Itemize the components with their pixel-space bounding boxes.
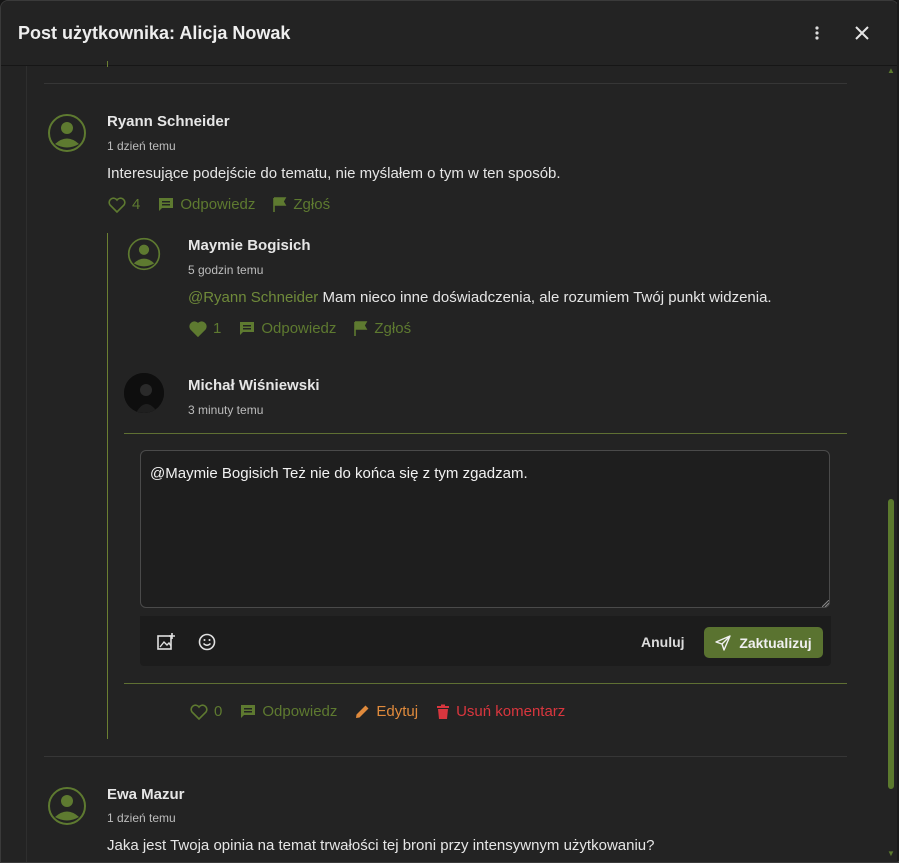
- scrollbar-thumb[interactable]: [888, 499, 894, 789]
- add-image-button[interactable]: [156, 632, 176, 652]
- like-button[interactable]: 4: [108, 196, 140, 213]
- comment-icon: [159, 197, 174, 211]
- send-icon: [715, 634, 732, 651]
- modal-title: Post użytkownika: Alicja Nowak: [18, 23, 291, 43]
- report-button[interactable]: Zgłoś: [354, 320, 411, 337]
- comment-time: 5 godzin temu: [188, 263, 264, 277]
- user-photo-icon: [124, 373, 164, 413]
- scrollbar[interactable]: ▲ ▼: [887, 67, 895, 858]
- comment-actions: 0 Odpowiedz Edytuj Usuń komentarz: [190, 703, 583, 720]
- comment-author[interactable]: Ewa Mazur: [107, 786, 185, 803]
- comment-icon: [241, 704, 256, 718]
- trash-icon: [437, 704, 450, 719]
- flag-icon: [273, 196, 287, 212]
- like-count: 1: [213, 320, 222, 337]
- like-button[interactable]: 1: [189, 320, 221, 337]
- reply-label: Odpowiedz: [262, 703, 338, 720]
- comment-divider: [44, 756, 847, 757]
- comment-actions: 1 Odpowiedz Zgłoś: [189, 320, 429, 337]
- comment-text: @Ryann Schneider Mam nieco inne doświadc…: [188, 289, 772, 306]
- user-avatar-icon: [48, 114, 86, 152]
- flag-icon: [354, 320, 368, 336]
- user-avatar-icon: [127, 237, 161, 271]
- like-count: 0: [214, 703, 223, 720]
- scroll-up-icon[interactable]: ▲: [887, 67, 895, 75]
- comment-body: Mam nieco inne doświadczenia, ale rozumi…: [322, 289, 772, 306]
- avatar[interactable]: [124, 373, 164, 413]
- more-vertical-icon: [815, 26, 819, 40]
- comment-time: 1 dzień temu: [107, 139, 176, 153]
- reply-thread-line: [107, 233, 108, 739]
- reply-button[interactable]: Odpowiedz: [240, 703, 337, 720]
- comment-edit-textarea[interactable]: @Maymie Bogisich Też nie do końca się z …: [140, 450, 830, 608]
- update-label: Zaktualizuj: [739, 634, 812, 651]
- editor-bottom-divider: [124, 683, 847, 684]
- report-label: Zgłoś: [374, 320, 412, 337]
- emoji-icon: [198, 633, 216, 651]
- comment-icon: [240, 321, 255, 335]
- like-button[interactable]: 0: [190, 703, 222, 720]
- mention-link[interactable]: @Ryann Schneider: [188, 289, 318, 306]
- close-button[interactable]: [848, 19, 876, 47]
- close-icon: [855, 26, 869, 40]
- add-image-icon: [157, 633, 175, 650]
- edit-label: Edytuj: [376, 703, 419, 720]
- reply-button[interactable]: Odpowiedz: [239, 320, 336, 337]
- comment-text: Interesujące podejście do tematu, nie my…: [107, 165, 561, 182]
- report-label: Zgłoś: [293, 196, 331, 213]
- comment-divider: [44, 83, 847, 84]
- scroll-down-icon[interactable]: ▼: [887, 850, 895, 858]
- comment-actions: 4 Odpowiedz Zgłoś: [108, 196, 348, 213]
- delete-comment-button[interactable]: Usuń komentarz: [436, 703, 565, 720]
- comment-author[interactable]: Ryann Schneider: [107, 113, 230, 130]
- like-count: 4: [132, 196, 141, 213]
- avatar[interactable]: [47, 113, 87, 153]
- previous-reply-line: [107, 61, 108, 67]
- post-modal: Post użytkownika: Alicja Nowak ▲ ▼ Ryann…: [0, 0, 899, 863]
- more-options-button[interactable]: [803, 19, 831, 47]
- comment-text: Jaka jest Twoja opinia na temat trwałośc…: [107, 837, 655, 854]
- comment-author[interactable]: Michał Wiśniewski: [188, 377, 320, 394]
- resize-handle-icon[interactable]: [822, 600, 829, 607]
- modal-header: Post użytkownika: Alicja Nowak: [1, 1, 898, 66]
- user-avatar-icon: [48, 787, 86, 825]
- reply-button[interactable]: Odpowiedz: [158, 196, 255, 213]
- report-button[interactable]: Zgłoś: [273, 196, 330, 213]
- delete-label: Usuń komentarz: [456, 703, 566, 720]
- comment-author[interactable]: Maymie Bogisich: [188, 237, 311, 254]
- cancel-button[interactable]: Anuluj: [641, 634, 685, 650]
- avatar[interactable]: [47, 786, 87, 826]
- update-button[interactable]: Zaktualizuj: [704, 627, 823, 658]
- comment-time: 3 minuty temu: [188, 403, 264, 417]
- heart-outline-icon: [190, 703, 208, 720]
- pencil-icon: [356, 705, 369, 718]
- edit-button[interactable]: Edytuj: [355, 703, 418, 720]
- reply-label: Odpowiedz: [180, 196, 256, 213]
- thread-rail: [26, 66, 27, 862]
- reply-label: Odpowiedz: [261, 320, 337, 337]
- heart-filled-icon: [189, 320, 207, 337]
- emoji-button[interactable]: [197, 632, 217, 652]
- comment-time: 1 dzień temu: [107, 811, 176, 825]
- avatar[interactable]: [127, 237, 161, 271]
- editor-top-divider: [124, 433, 847, 434]
- heart-outline-icon: [108, 196, 126, 213]
